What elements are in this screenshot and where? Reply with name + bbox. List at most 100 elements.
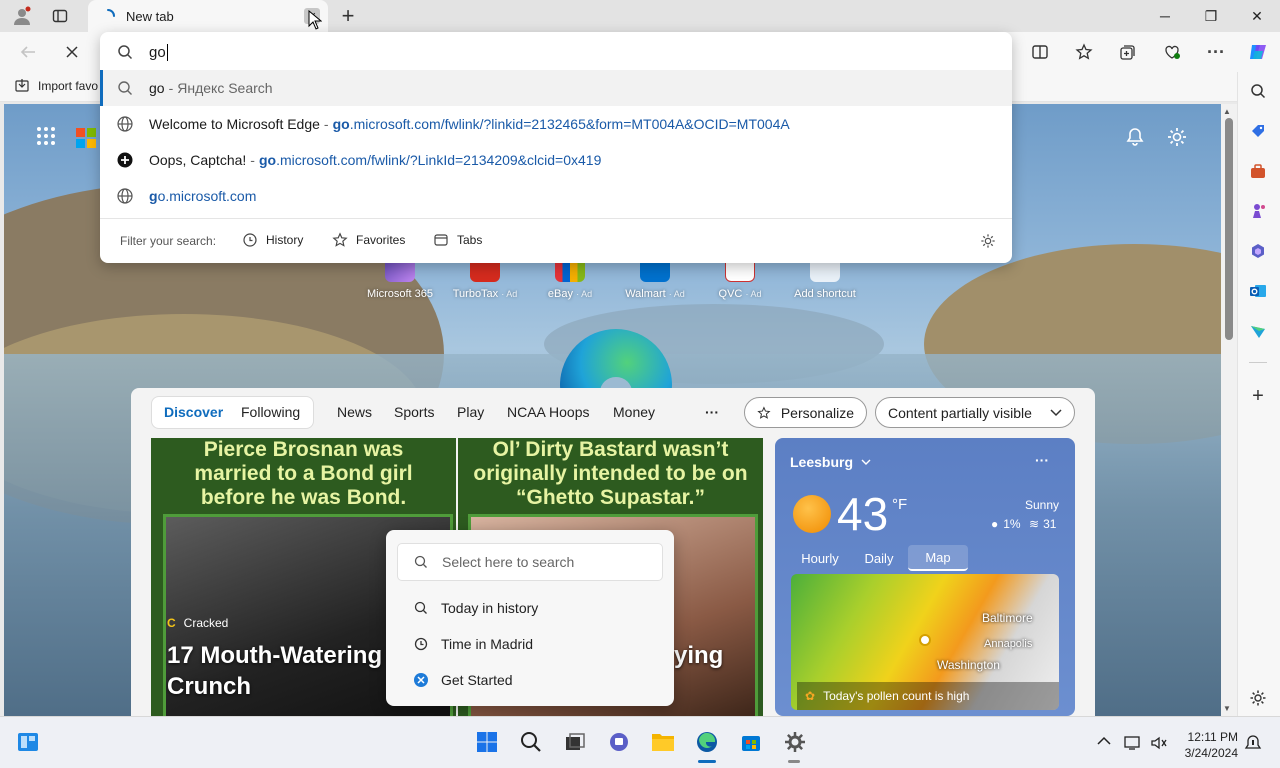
- scroll-up-arrow-icon[interactable]: ▲: [1223, 107, 1231, 116]
- page-scrollbar-thumb[interactable]: [1225, 118, 1233, 340]
- new-tab-button[interactable]: +: [334, 2, 362, 30]
- sidebar-games-icon[interactable]: [1246, 199, 1270, 223]
- tab-title: New tab: [126, 8, 174, 24]
- weather-location[interactable]: Leesburg: [790, 454, 871, 470]
- teams-chat-icon[interactable]: [605, 728, 633, 756]
- notification-center-icon[interactable]: [1244, 734, 1262, 752]
- popup-item-get-started[interactable]: Get Started: [413, 668, 513, 692]
- sidebar-drop-icon[interactable]: [1246, 319, 1270, 343]
- card-title-fragment: ying: [674, 642, 724, 669]
- popup-item-time-in-madrid[interactable]: Time in Madrid: [413, 632, 533, 656]
- widgets-icon[interactable]: [14, 728, 42, 756]
- weather-unit: °F: [892, 496, 908, 513]
- weather-tab-hourly[interactable]: Hourly: [790, 545, 850, 571]
- captcha-icon: [117, 152, 133, 168]
- microsoft-365-icon: [385, 262, 415, 282]
- back-arrow-icon[interactable]: [12, 36, 44, 68]
- suggestion-row[interactable]: go - Яндекс Search: [100, 70, 1012, 106]
- tab-new-tab[interactable]: New tab: [88, 0, 328, 32]
- show-hidden-icons-chevron-icon[interactable]: [1097, 736, 1111, 746]
- weather-tab-daily[interactable]: Daily: [850, 545, 908, 571]
- taskbar-search-icon[interactable]: [517, 728, 545, 756]
- add-shortcut-icon: [810, 262, 840, 282]
- dropdown-divider: [100, 218, 1012, 219]
- shortcut-label: QVC: [718, 288, 743, 300]
- text-cursor: [166, 43, 168, 61]
- shortcut-turbotax[interactable]: TurboTax · Ad: [447, 262, 523, 300]
- weather-pollen-map[interactable]: Baltimore Annapolis Washington ✿ Today's…: [791, 574, 1059, 710]
- tab-following[interactable]: Following: [241, 404, 300, 420]
- quick-search-input[interactable]: Select here to search: [397, 543, 663, 581]
- suggestion-row[interactable]: go.microsoft.com: [100, 178, 1012, 214]
- shortcut-qvc[interactable]: QVC · Ad: [702, 262, 778, 300]
- filter-favorites-button[interactable]: Favorites: [332, 232, 405, 248]
- notifications-bell-icon[interactable]: [1124, 126, 1146, 148]
- task-view-icon[interactable]: [561, 728, 589, 756]
- start-button-icon[interactable]: [473, 728, 501, 756]
- weather-more-button[interactable]: ···: [1035, 452, 1049, 468]
- map-label-baltimore: Baltimore: [982, 611, 1033, 625]
- qvc-icon: [725, 262, 755, 282]
- collections-icon[interactable]: [1112, 36, 1144, 68]
- content-visibility-dropdown[interactable]: Content partially visible: [875, 397, 1075, 428]
- browser-essentials-icon[interactable]: [1156, 36, 1188, 68]
- feed-more-button[interactable]: ···: [705, 404, 719, 420]
- settings-app-icon[interactable]: [781, 728, 809, 756]
- search-settings-gear-icon[interactable]: [980, 233, 996, 249]
- filter-tabs-button[interactable]: Tabs: [433, 232, 482, 248]
- sidebar-microsoft-365-icon[interactable]: [1246, 239, 1270, 263]
- filter-history-button[interactable]: History: [242, 232, 303, 248]
- shortcut-ebay[interactable]: eBay · Ad: [532, 262, 608, 300]
- pollen-banner[interactable]: ✿ Today's pollen count is high: [797, 682, 1059, 710]
- sidebar-outlook-icon[interactable]: [1246, 279, 1270, 303]
- settings-more-icon[interactable]: ···: [1200, 36, 1232, 68]
- system-clock[interactable]: 12:11 PM 3/24/2024: [1178, 729, 1238, 761]
- stop-loading-icon[interactable]: [56, 36, 88, 68]
- microsoft-logo-icon: [76, 128, 96, 148]
- scroll-down-arrow-icon[interactable]: ▼: [1223, 704, 1231, 713]
- suggestion-row[interactable]: Welcome to Microsoft Edge - go.microsoft.c…: [100, 106, 1012, 142]
- sidebar-add-icon[interactable]: +: [1246, 384, 1270, 408]
- suggestion-row[interactable]: Oops, Captcha! - go.microsoft.com/fwlink/?…: [100, 142, 1012, 178]
- shortcut-walmart[interactable]: Walmart · Ad: [617, 262, 693, 300]
- volume-icon[interactable]: [1150, 735, 1168, 751]
- bing-icon: [414, 673, 428, 687]
- microsoft-store-icon[interactable]: [737, 728, 765, 756]
- apps-grid-icon[interactable]: [36, 126, 60, 150]
- popup-item-today-in-history[interactable]: Today in history: [413, 596, 538, 620]
- filter-label: Filter your search:: [120, 234, 217, 248]
- chevron-down-icon: [1050, 408, 1062, 416]
- weather-tab-map[interactable]: Map: [908, 545, 968, 571]
- restore-button[interactable]: ❐: [1188, 0, 1234, 32]
- sidebar-shopping-icon[interactable]: [1246, 119, 1270, 143]
- split-screen-icon[interactable]: [1024, 36, 1056, 68]
- sidebar-settings-gear-icon[interactable]: [1246, 686, 1270, 710]
- tab-money[interactable]: Money: [613, 404, 655, 420]
- tab-sports[interactable]: Sports: [394, 404, 434, 420]
- sidebar-tools-icon[interactable]: [1246, 159, 1270, 183]
- network-icon[interactable]: [1124, 735, 1142, 751]
- import-favorites-button[interactable]: Import favo: [14, 78, 98, 94]
- shortcut-label: TurboTax: [452, 288, 499, 300]
- windows-taskbar: [0, 716, 1280, 768]
- profile-icon[interactable]: [8, 2, 36, 30]
- minimize-button[interactable]: ─: [1142, 0, 1188, 32]
- tab-actions-icon[interactable]: [46, 2, 74, 30]
- edge-taskbar-icon[interactable]: [693, 728, 721, 756]
- sidebar-search-icon[interactable]: [1246, 79, 1270, 103]
- favorites-icon[interactable]: [1068, 36, 1100, 68]
- address-bar-input[interactable]: go: [100, 34, 1012, 70]
- file-explorer-icon[interactable]: [649, 728, 677, 756]
- close-window-button[interactable]: ✕: [1234, 0, 1280, 32]
- tab-discover[interactable]: Discover: [164, 404, 223, 420]
- card-source: C Cracked: [167, 616, 229, 630]
- copilot-icon[interactable]: [1242, 36, 1274, 68]
- tab-news[interactable]: News: [337, 404, 372, 420]
- tab-ncaa-hoops[interactable]: NCAA Hoops: [507, 404, 589, 420]
- star-icon: [332, 232, 348, 247]
- personalize-button[interactable]: Personalize: [744, 397, 867, 428]
- shortcut-add[interactable]: Add shortcut: [787, 262, 863, 300]
- page-settings-gear-icon[interactable]: [1166, 126, 1188, 148]
- shortcut-microsoft-365[interactable]: Microsoft 365: [362, 262, 438, 300]
- tab-play[interactable]: Play: [457, 404, 484, 420]
